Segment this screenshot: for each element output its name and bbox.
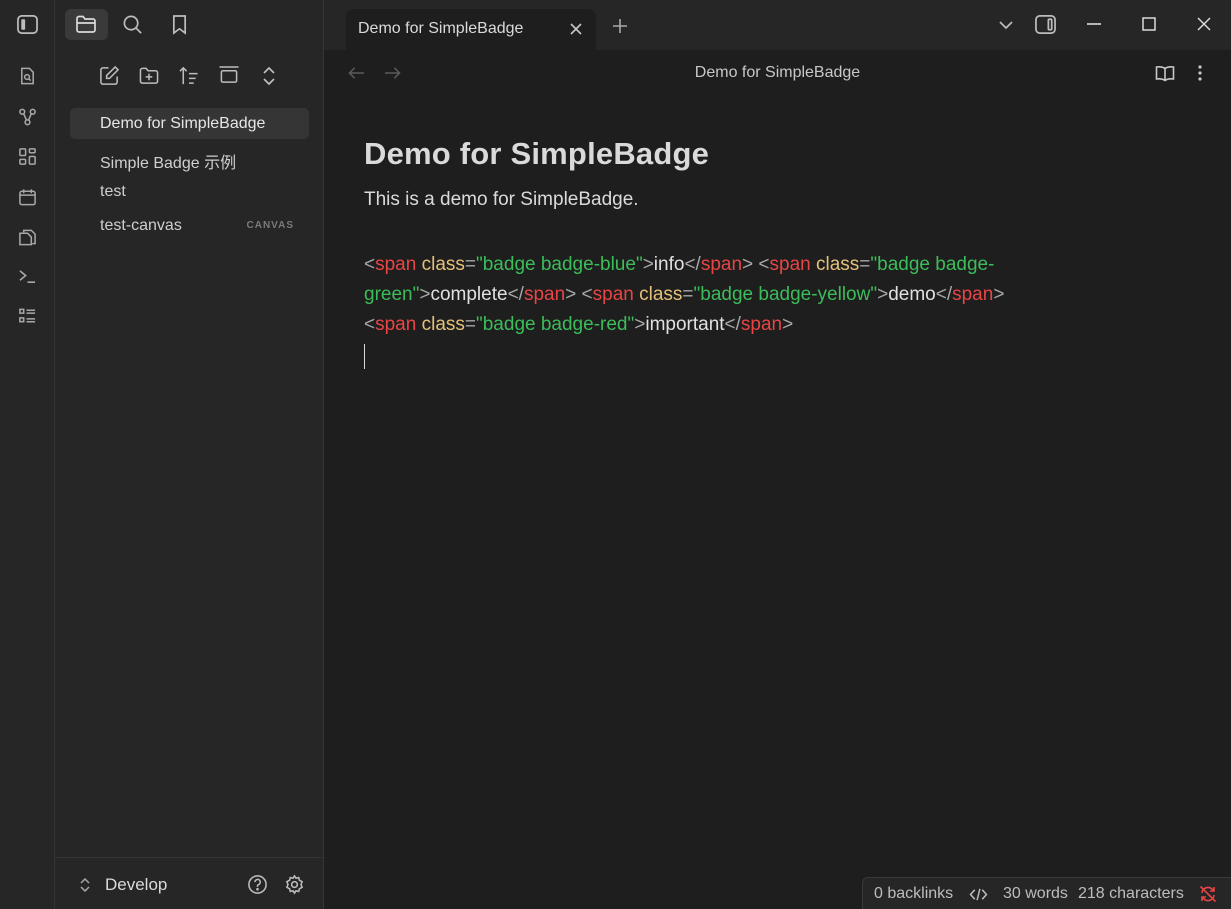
folder-icon[interactable]: [75, 14, 97, 34]
file-item-demo-for-simplebadge[interactable]: Demo for SimpleBadge: [70, 108, 309, 139]
command-palette-icon[interactable]: [18, 268, 37, 285]
tab-demo-for-simplebadge[interactable]: Demo for SimpleBadge: [346, 9, 596, 50]
file-item-test-canvas[interactable]: test-canvas CANVAS: [70, 210, 309, 241]
word-count: 30 words: [1003, 885, 1068, 902]
sync-error-icon[interactable]: [1199, 885, 1217, 903]
file-label: test-canvas: [100, 217, 182, 234]
note-heading: Demo for SimpleBadge: [364, 136, 710, 171]
code-line-2: green">complete</span> <span class="badg…: [364, 284, 1005, 305]
search-icon[interactable]: [122, 14, 143, 35]
status-bar: 0 backlinks 30 words 218 characters: [862, 877, 1231, 909]
new-folder-icon[interactable]: [138, 66, 160, 85]
code-line-1: <span class="badge badge-blue">info</spa…: [364, 254, 995, 275]
vault-switcher[interactable]: Develop: [55, 857, 324, 909]
outline-list-icon[interactable]: [18, 307, 37, 325]
new-note-icon[interactable]: [99, 65, 120, 86]
vault-name: Develop: [105, 875, 168, 894]
view-header-title[interactable]: Demo for SimpleBadge: [324, 64, 1231, 82]
tab-list-chevron-down-icon[interactable]: [998, 19, 1014, 31]
help-icon[interactable]: [247, 874, 268, 895]
reading-view-book-icon[interactable]: [1155, 65, 1175, 82]
note-paragraph: This is a demo for SimpleBadge.: [364, 189, 639, 210]
text-cursor: [364, 344, 365, 369]
file-label: Demo for SimpleBadge: [100, 115, 266, 132]
templates-icon[interactable]: [18, 227, 37, 247]
code-line-3: <span class="badge badge-red">important<…: [364, 314, 794, 335]
file-item-simple-badge-example[interactable]: Simple Badge 示例: [70, 142, 309, 173]
canvas-badge: CANVAS: [246, 220, 294, 231]
file-item-test[interactable]: test: [70, 176, 309, 207]
character-count: 218 characters: [1078, 885, 1184, 902]
calendar-icon[interactable]: [18, 187, 37, 207]
close-tab-icon[interactable]: [569, 22, 583, 36]
left-ribbon: [0, 0, 55, 909]
more-options-icon[interactable]: [1197, 65, 1203, 81]
file-label: test: [100, 183, 126, 200]
source-mode-code-icon[interactable]: [969, 887, 988, 902]
tab-title: Demo for SimpleBadge: [358, 20, 524, 37]
collapse-view-icon[interactable]: [218, 66, 240, 85]
canvas-icon[interactable]: [18, 147, 37, 166]
right-sidebar-toggle-icon[interactable]: [1034, 14, 1057, 35]
bookmark-icon[interactable]: [171, 14, 188, 35]
expand-collapse-icon[interactable]: [261, 66, 277, 86]
note-content[interactable]: Demo for SimpleBadge This is a demo for …: [364, 136, 1144, 211]
backlinks-count[interactable]: 0 backlinks: [874, 885, 953, 903]
new-tab-plus-icon[interactable]: [612, 18, 628, 34]
close-window-icon[interactable]: [1197, 17, 1211, 31]
sidebar-toggle-icon[interactable]: [16, 14, 39, 35]
quick-switcher-icon[interactable]: [18, 66, 37, 86]
sort-icon[interactable]: [178, 65, 200, 86]
minimize-window-icon[interactable]: [1087, 23, 1101, 25]
graph-view-icon[interactable]: [18, 107, 37, 127]
maximize-window-icon[interactable]: [1142, 17, 1156, 31]
file-label: Simple Badge 示例: [100, 155, 237, 172]
settings-gear-icon[interactable]: [284, 874, 305, 895]
chevron-up-down-icon: [79, 877, 91, 893]
